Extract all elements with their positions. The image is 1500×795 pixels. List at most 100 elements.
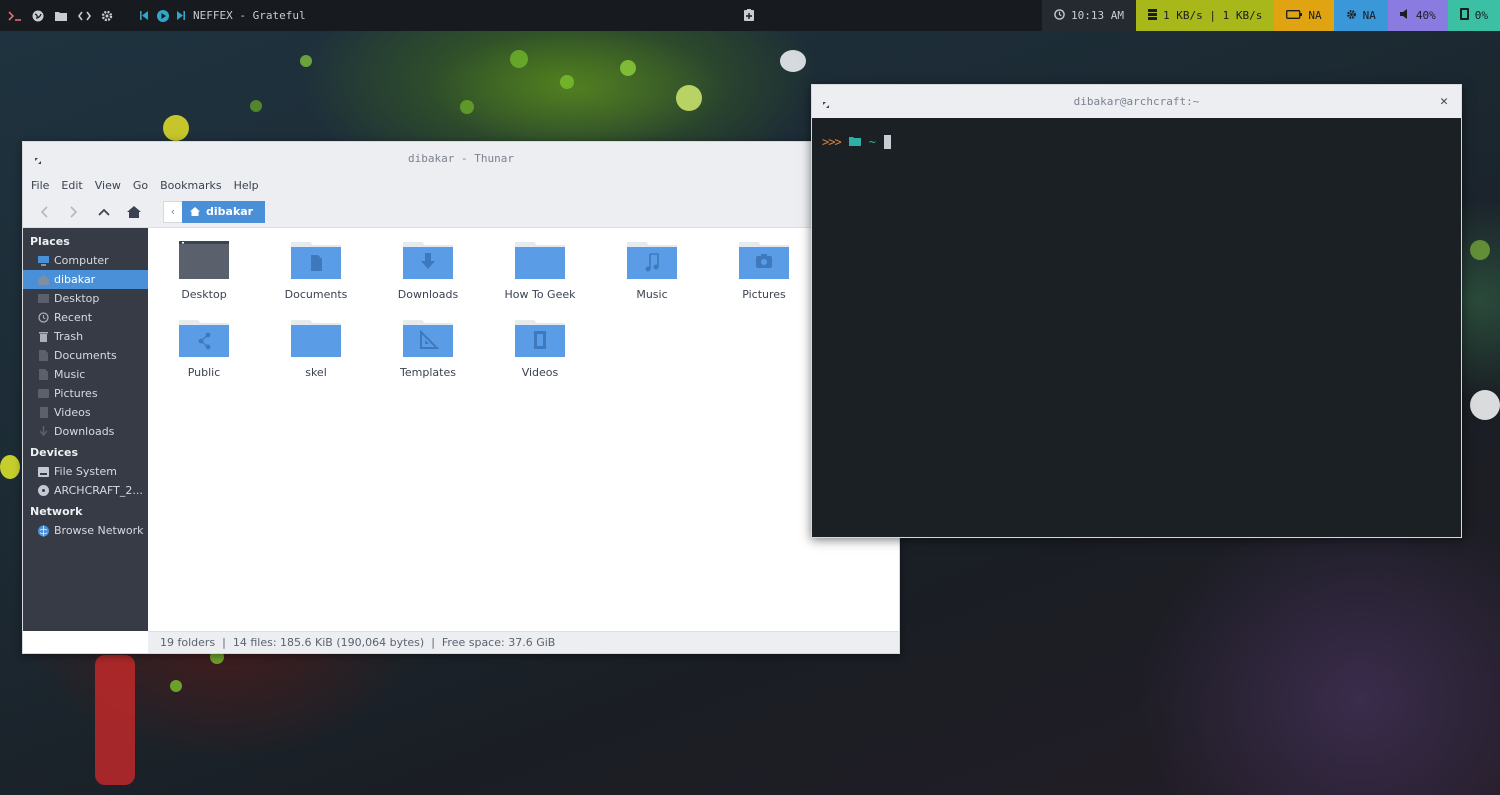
share-folder-icon bbox=[179, 320, 229, 357]
network-icon bbox=[1148, 8, 1158, 23]
terminal-window: dibakar@archcraft:~ ✕ >>> ~ bbox=[811, 84, 1462, 538]
sidebar-item-documents[interactable]: Documents bbox=[23, 346, 148, 365]
volume-module[interactable]: 40% bbox=[1387, 0, 1448, 31]
menu-edit[interactable]: Edit bbox=[61, 179, 82, 192]
clock-module[interactable]: 10:13 AM bbox=[1042, 0, 1137, 31]
sidebar-item-dibakar[interactable]: dibakar bbox=[23, 270, 148, 289]
breadcrumb-scroll-left-button[interactable]: ‹ bbox=[164, 202, 182, 222]
file-item-desktop[interactable]: Desktop bbox=[148, 240, 260, 318]
sidebar-item-trash[interactable]: Trash bbox=[23, 327, 148, 346]
status-bar: 19 folders | 14 files: 185.6 KiB (190,06… bbox=[148, 631, 899, 653]
sidebar-item-recent[interactable]: Recent bbox=[23, 308, 148, 327]
network-module[interactable]: 1 KB/s | 1 KB/s bbox=[1136, 0, 1275, 31]
sidebar-item-videos[interactable]: Videos bbox=[23, 403, 148, 422]
file-item-skel[interactable]: skel bbox=[260, 318, 372, 396]
sidebar-item-pictures[interactable]: Pictures bbox=[23, 384, 148, 403]
clipboard-icon[interactable] bbox=[744, 9, 754, 24]
menu-help[interactable]: Help bbox=[234, 179, 259, 192]
sidebar: Places Computer dibakar Desktop Recent T… bbox=[23, 228, 165, 631]
folder-icon bbox=[291, 320, 341, 357]
window-menu-icon[interactable] bbox=[823, 98, 829, 108]
documents-icon bbox=[38, 350, 49, 361]
user-home-icon bbox=[38, 274, 49, 285]
close-icon[interactable]: ✕ bbox=[1437, 94, 1451, 109]
battery-icon bbox=[1286, 9, 1303, 22]
network-globe-icon bbox=[38, 525, 49, 536]
file-item-public[interactable]: Public bbox=[148, 318, 260, 396]
videos-folder-icon bbox=[515, 320, 565, 357]
sidebar-item-label: ARCHCRAFT_2... bbox=[54, 484, 143, 497]
pictures-folder-icon bbox=[739, 242, 789, 279]
code-editor-icon[interactable] bbox=[77, 9, 91, 23]
sidebar-item-desktop[interactable]: Desktop bbox=[23, 289, 148, 308]
home-button[interactable] bbox=[123, 201, 145, 223]
toolbar: ‹ dibakar bbox=[23, 196, 899, 228]
sidebar-item-label: Videos bbox=[54, 406, 91, 419]
file-view[interactable]: Desktop Documents Downloads How To Geek … bbox=[148, 228, 899, 631]
volume-icon bbox=[1399, 9, 1410, 22]
file-item-pictures[interactable]: Pictures bbox=[708, 240, 820, 318]
memory-module[interactable]: 0% bbox=[1447, 0, 1500, 31]
thunar-window: dibakar - Thunar File Edit View Go Bookm… bbox=[22, 141, 900, 654]
brightness-module[interactable]: NA bbox=[1333, 0, 1388, 31]
next-track-icon[interactable] bbox=[174, 9, 188, 23]
sidebar-item-file-system[interactable]: File System bbox=[23, 462, 148, 481]
sidebar-item-music[interactable]: Music bbox=[23, 365, 148, 384]
sidebar-item-browse-network[interactable]: Browse Network bbox=[23, 521, 148, 540]
file-item-videos[interactable]: Videos bbox=[484, 318, 596, 396]
terminal-content[interactable]: >>> ~ bbox=[812, 118, 1461, 166]
menu-go[interactable]: Go bbox=[133, 179, 148, 192]
file-item-documents[interactable]: Documents bbox=[260, 240, 372, 318]
breadcrumb: ‹ dibakar bbox=[163, 200, 266, 223]
optical-disc-icon bbox=[38, 485, 49, 496]
sidebar-item-archcraft-disc[interactable]: ARCHCRAFT_2... bbox=[23, 481, 165, 500]
web-browser-icon[interactable] bbox=[31, 9, 45, 23]
sidebar-heading-places: Places bbox=[30, 235, 70, 248]
menu-bookmarks[interactable]: Bookmarks bbox=[160, 179, 221, 192]
terminal-launcher-icon[interactable] bbox=[8, 9, 22, 23]
clock-text: 10:13 AM bbox=[1071, 9, 1125, 22]
previous-track-icon[interactable] bbox=[137, 9, 151, 23]
top-panel: NEFFEX - Grateful 10:13 AM 1 KB/s | 1 KB… bbox=[0, 0, 1500, 31]
sidebar-item-label: dibakar bbox=[54, 273, 96, 286]
back-button[interactable] bbox=[33, 201, 55, 223]
sidebar-item-label: Music bbox=[54, 368, 86, 381]
volume-text: 40% bbox=[1415, 9, 1436, 22]
now-playing-text[interactable]: NEFFEX - Grateful bbox=[193, 9, 306, 22]
download-folder-icon bbox=[403, 242, 453, 279]
terminal-titlebar[interactable]: dibakar@archcraft:~ ✕ bbox=[812, 85, 1461, 118]
battery-module[interactable]: NA bbox=[1274, 0, 1334, 31]
file-item-downloads[interactable]: Downloads bbox=[372, 240, 484, 318]
window-title: dibakar - Thunar bbox=[408, 151, 514, 165]
terminal-title: dibakar@archcraft:~ bbox=[1073, 95, 1200, 108]
status-text: 19 folders | 14 files: 185.6 KiB (190,06… bbox=[160, 636, 556, 649]
sidebar-item-label: Desktop bbox=[54, 292, 100, 305]
sidebar-heading-network: Network bbox=[30, 505, 83, 518]
sidebar-item-computer[interactable]: Computer bbox=[23, 251, 148, 270]
sidebar-item-label: Recent bbox=[54, 311, 93, 324]
forward-button[interactable] bbox=[63, 201, 85, 223]
menu-file[interactable]: File bbox=[31, 179, 49, 192]
terminal-cursor bbox=[883, 135, 891, 149]
sidebar-heading-devices: Devices bbox=[30, 446, 79, 459]
thunar-body: Places Computer dibakar Desktop Recent T… bbox=[23, 228, 899, 631]
sidebar-item-label: File System bbox=[54, 465, 117, 478]
breadcrumb-item-home[interactable]: dibakar bbox=[182, 200, 266, 223]
file-manager-icon[interactable] bbox=[54, 9, 68, 23]
computer-icon bbox=[38, 255, 49, 266]
menu-view[interactable]: View bbox=[95, 179, 121, 192]
file-item-templates[interactable]: Templates bbox=[372, 318, 484, 396]
pictures-icon bbox=[38, 388, 49, 399]
parent-folder-button[interactable] bbox=[93, 201, 115, 223]
file-item-how-to-geek[interactable]: How To Geek bbox=[484, 240, 596, 318]
file-item-music[interactable]: Music bbox=[596, 240, 708, 318]
breadcrumb-label: dibakar bbox=[206, 205, 254, 218]
sidebar-item-downloads[interactable]: Downloads bbox=[23, 422, 148, 441]
play-icon[interactable] bbox=[156, 9, 170, 23]
sidebar-item-label: Pictures bbox=[54, 387, 98, 400]
settings-gear-icon[interactable] bbox=[100, 9, 114, 23]
window-menu-icon[interactable] bbox=[35, 154, 41, 164]
thunar-titlebar[interactable]: dibakar - Thunar bbox=[23, 142, 899, 174]
sidebar-item-label: Trash bbox=[54, 330, 84, 343]
desktop-icon bbox=[38, 293, 49, 304]
